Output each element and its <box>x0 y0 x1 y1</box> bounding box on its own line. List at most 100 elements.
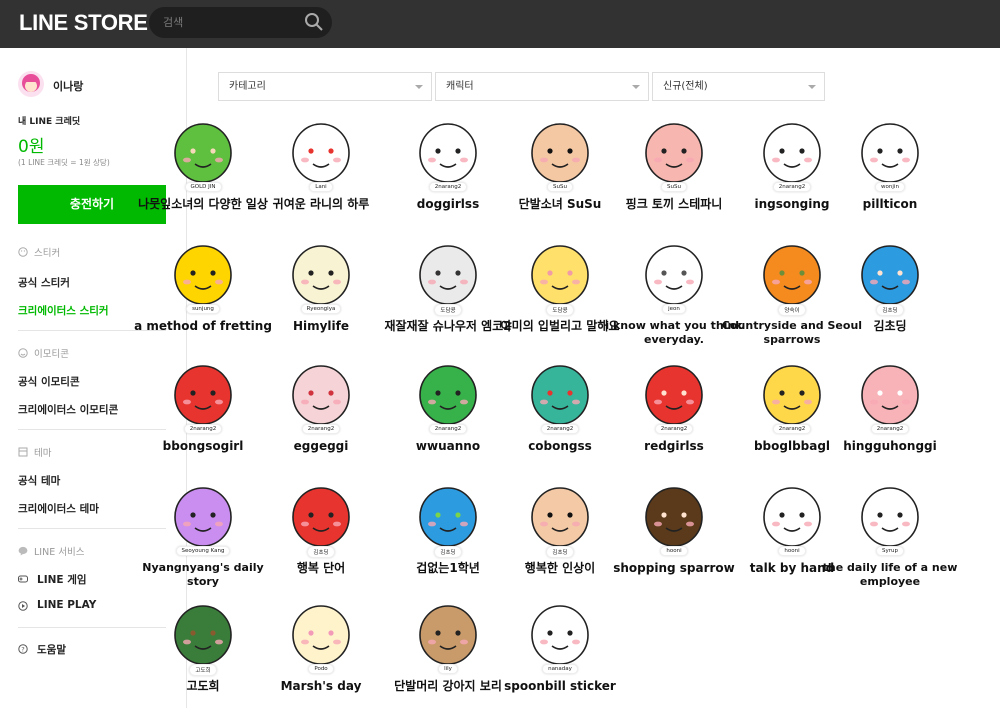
sticker-title[interactable]: Marsh's day <box>248 679 394 693</box>
sticker-author-badge: 도담콩 <box>383 304 513 316</box>
sticker-item[interactable]: 2narang2 hingguhonggi <box>825 353 955 473</box>
sticker-author: 2narang2 <box>654 424 694 434</box>
sticker-title[interactable]: 김초딩 <box>817 319 963 333</box>
sticker-title[interactable]: pillticon <box>817 197 963 211</box>
avatar[interactable] <box>18 71 44 97</box>
sticker-thumbnail[interactable] <box>634 353 714 433</box>
sticker-item[interactable]: 김초딩 김초딩 <box>825 233 955 353</box>
sticker-item[interactable]: 김초딩 행복한 인상이 <box>495 475 625 595</box>
sticker-thumbnail[interactable] <box>520 233 600 313</box>
sticker-thumbnail[interactable] <box>163 593 243 673</box>
sticker-title[interactable]: the daily life of a new employee <box>817 561 963 589</box>
sticker-item[interactable]: Syrup the daily life of a new employee <box>823 475 957 595</box>
sticker-item[interactable]: sunjung a method of fretting <box>134 233 272 353</box>
sticker-thumbnail[interactable] <box>281 233 361 313</box>
sticker-item[interactable]: Podo Marsh's day <box>256 593 386 713</box>
sticker-thumbnail[interactable] <box>408 593 488 673</box>
category-dropdown[interactable]: 카테고리 <box>218 72 432 101</box>
logo-text: LINE STORE <box>19 10 148 35</box>
sticker-thumbnail[interactable] <box>281 111 361 191</box>
sticker-thumbnail[interactable] <box>634 233 714 313</box>
sticker-thumbnail[interactable] <box>408 233 488 313</box>
sticker-thumbnail[interactable] <box>634 111 714 191</box>
sticker-title[interactable]: spoonbill sticker <box>487 679 633 693</box>
sticker-character-icon <box>763 365 821 425</box>
search-box <box>149 7 332 38</box>
sticker-thumbnail[interactable] <box>752 111 832 191</box>
sticker-item[interactable]: wonjin pillticon <box>825 111 955 231</box>
sticker-thumbnail[interactable] <box>850 475 930 555</box>
sticker-thumbnail[interactable] <box>752 475 832 555</box>
sticker-thumbnail[interactable] <box>281 593 361 673</box>
nav-creators-theme[interactable]: 크리에이터스 테마 <box>18 501 99 516</box>
sticker-item[interactable]: 2narang2 redgirlss <box>609 353 739 473</box>
sticker-item[interactable]: 김초딩 겁없는1학년 <box>383 475 513 595</box>
sticker-item[interactable]: nanaday spoonbill sticker <box>495 593 625 713</box>
sticker-thumbnail[interactable] <box>163 353 243 433</box>
sticker-item[interactable]: GOLD JIN 나뭇잎소녀의 다양한 일상 <box>138 111 268 231</box>
sticker-thumbnail[interactable] <box>408 111 488 191</box>
sticker-item[interactable]: 2narang2 doggirlss <box>383 111 513 231</box>
sticker-title[interactable]: 행복 단어 <box>248 561 394 575</box>
sticker-author: Lani <box>309 182 333 192</box>
nav-line-game[interactable]: LINE 게임 <box>37 572 87 587</box>
sticker-author: Syrup <box>876 546 904 556</box>
sticker-author: 김초딩 <box>546 546 574 558</box>
nav-creators-emoticon[interactable]: 크리에이터스 이모티콘 <box>18 402 118 417</box>
sticker-item[interactable]: 고도희 고도희 <box>138 593 268 713</box>
nav-creators-sticker[interactable]: 크리에이터스 스티커 <box>18 303 109 318</box>
sticker-character-icon <box>861 365 919 425</box>
sticker-thumbnail[interactable] <box>163 111 243 191</box>
sticker-item[interactable]: SuSu 핑크 토끼 스테파니 <box>609 111 739 231</box>
sticker-item[interactable]: Ryeongiya Himylife <box>256 233 386 353</box>
sticker-thumbnail[interactable] <box>281 475 361 555</box>
sticker-thumbnail[interactable] <box>163 233 243 313</box>
sticker-title[interactable]: 귀여운 라니의 하루 <box>248 197 394 211</box>
theme-section-header: 테마 <box>18 445 51 459</box>
sticker-author: 2narang2 <box>301 424 341 434</box>
nav-official-emoticon[interactable]: 공식 이모티콘 <box>18 374 80 389</box>
search-icon[interactable] <box>304 12 324 32</box>
sticker-author: sunjung <box>186 304 220 314</box>
nav-official-sticker[interactable]: 공식 스티커 <box>18 275 70 290</box>
sticker-title[interactable]: eggeggi <box>248 439 394 453</box>
sticker-author: SuSu <box>661 182 687 192</box>
sticker-item[interactable]: Seoyoung Kang Nyangnyang's daily story <box>138 475 268 595</box>
character-dropdown[interactable]: 캐릭터 <box>435 72 649 101</box>
sort-dropdown[interactable]: 신규(전체) <box>652 72 825 101</box>
sticker-thumbnail[interactable] <box>850 353 930 433</box>
sticker-author: 도담콩 <box>546 304 574 316</box>
sticker-item[interactable]: 도담콩 재잘재잘 슈나우저 엠코2 <box>383 233 513 353</box>
line-store-logo[interactable]: LINE STORE <box>19 10 148 36</box>
sticker-thumbnail[interactable] <box>520 353 600 433</box>
nav-help[interactable]: 도움말 <box>37 642 66 657</box>
sticker-item[interactable]: SuSu 단발소녀 SuSu <box>495 111 625 231</box>
sticker-item[interactable]: 2narang2 cobongss <box>495 353 625 473</box>
sticker-item[interactable]: lily 단발머리 강아지 보리 <box>383 593 513 713</box>
sticker-thumbnail[interactable] <box>163 475 243 555</box>
sticker-title[interactable]: hingguhonggi <box>817 439 963 453</box>
sticker-author: 양숙이 <box>778 304 806 316</box>
sticker-thumbnail[interactable] <box>408 353 488 433</box>
sticker-item[interactable]: 2narang2 eggeggi <box>256 353 386 473</box>
sticker-item[interactable]: 2narang2 bbongsogirl <box>138 353 268 473</box>
sticker-thumbnail[interactable] <box>850 111 930 191</box>
sticker-thumbnail[interactable] <box>752 233 832 313</box>
sticker-thumbnail[interactable] <box>752 353 832 433</box>
sticker-item[interactable]: 2narang2 wwuanno <box>383 353 513 473</box>
sticker-item[interactable]: Lani 귀여운 라니의 하루 <box>256 111 386 231</box>
sticker-thumbnail[interactable] <box>850 233 930 313</box>
sticker-item[interactable]: hooni shopping sparrow <box>609 475 739 595</box>
sticker-item[interactable]: 김초딩 행복 단어 <box>256 475 386 595</box>
sticker-title[interactable]: Himylife <box>248 319 394 333</box>
sticker-thumbnail[interactable] <box>634 475 714 555</box>
sticker-thumbnail[interactable] <box>281 353 361 433</box>
search-input[interactable] <box>163 7 303 38</box>
nav-official-theme[interactable]: 공식 테마 <box>18 473 60 488</box>
sticker-thumbnail[interactable] <box>520 593 600 673</box>
sticker-thumbnail[interactable] <box>408 475 488 555</box>
sticker-author: hooni <box>778 546 806 556</box>
sticker-thumbnail[interactable] <box>520 111 600 191</box>
sticker-thumbnail[interactable] <box>520 475 600 555</box>
nav-line-play[interactable]: LINE PLAY <box>37 599 96 611</box>
